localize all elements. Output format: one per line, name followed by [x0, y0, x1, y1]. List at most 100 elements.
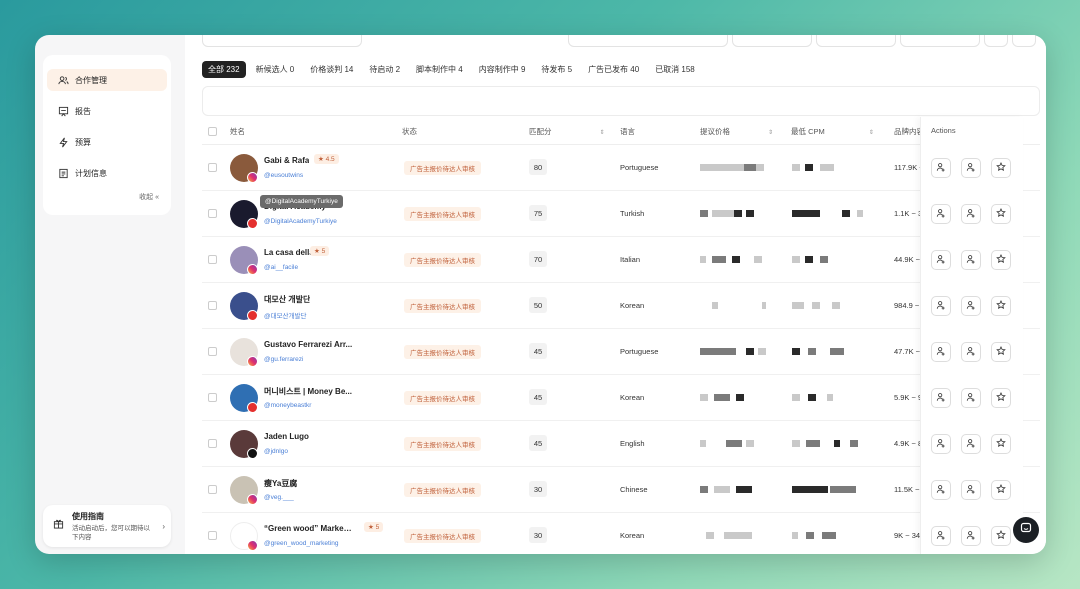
- tab-price-negotiation[interactable]: 价格谈判 14: [304, 61, 359, 78]
- favorite-button[interactable]: [991, 434, 1011, 454]
- table-row[interactable]: Gabi & Rafa @eusoutwins ★ 4.5 广告主报价待达人审核 80 P…: [202, 145, 1040, 191]
- top-filter-2[interactable]: [568, 35, 728, 47]
- redacted-value: [700, 486, 708, 493]
- handle-tooltip: @DigitalAcademyTurkiye: [260, 195, 343, 208]
- table-row[interactable]: Jaden Lugo @jdnlgo 广告主报价待达人审核 45 English 4.9K…: [202, 421, 1040, 467]
- tab-pending-start[interactable]: 待启动 2: [363, 61, 406, 78]
- row-checkbox[interactable]: [208, 439, 217, 448]
- creator-name[interactable]: 머니비스트 | Money Be...: [264, 386, 352, 397]
- favorite-button[interactable]: [991, 296, 1011, 316]
- top-filter-3[interactable]: [732, 35, 812, 47]
- creator-handle[interactable]: @veg.___: [264, 494, 294, 501]
- sidebar-item-budget[interactable]: 预算: [47, 131, 167, 153]
- favorite-button[interactable]: [991, 158, 1011, 178]
- top-filter-4[interactable]: [816, 35, 896, 47]
- creator-handle[interactable]: @DigitalAcademyTurkiye: [264, 218, 337, 225]
- redacted-value: [792, 394, 800, 401]
- creator-name[interactable]: Jaden Lugo: [264, 432, 309, 441]
- table-row[interactable]: 대모산 개발단 @대모산개발단 广告主报价待达人审核 50 Korean 984.9 ~ …: [202, 283, 1040, 329]
- creator-name[interactable]: “Green wood” Marketi...: [264, 524, 354, 533]
- filter-bar[interactable]: [202, 86, 1040, 116]
- assign-button[interactable]: [961, 342, 981, 362]
- status-badge: 广告主报价待达人审核: [404, 161, 481, 175]
- creator-handle[interactable]: @moneybeastkr: [264, 402, 311, 409]
- header-proposed-price[interactable]: 提议价格 ⇕: [700, 126, 773, 137]
- favorite-button[interactable]: [991, 526, 1011, 546]
- language: Korean: [620, 301, 645, 310]
- assign-button[interactable]: [961, 434, 981, 454]
- favorite-button[interactable]: [991, 388, 1011, 408]
- row-checkbox[interactable]: [208, 301, 217, 310]
- creator-name[interactable]: Gustavo Ferrarezi Arr...: [264, 340, 352, 349]
- invite-button[interactable]: [931, 526, 951, 546]
- creator-name[interactable]: Gabi & Rafa: [264, 156, 309, 165]
- creator-handle[interactable]: @eusoutwins: [264, 172, 303, 179]
- tab-new-candidates[interactable]: 新候选人 0: [250, 61, 301, 78]
- select-all-checkbox[interactable]: [208, 127, 217, 136]
- creator-handle[interactable]: @ai__facile: [264, 264, 298, 271]
- row-checkbox[interactable]: [208, 255, 217, 264]
- favorite-button[interactable]: [991, 204, 1011, 224]
- row-checkbox[interactable]: [208, 531, 217, 540]
- table-row[interactable]: 瘦Ya豆腐 @veg.___ 广告主报价待达人审核 30 Chinese 11.5K ~ …: [202, 467, 1040, 513]
- sidebar-item-plan-info[interactable]: 计划信息: [47, 162, 167, 184]
- assign-button[interactable]: [961, 526, 981, 546]
- sidebar-item-label: 合作管理: [75, 75, 107, 85]
- creator-handle[interactable]: @대모산개발단: [264, 310, 306, 320]
- status-badge: 广告主报价待达人审核: [404, 391, 481, 405]
- creator-handle[interactable]: @gu.ferrarezi: [264, 356, 303, 363]
- top-button-2[interactable]: [1012, 35, 1036, 47]
- redacted-value: [706, 532, 714, 539]
- table-row[interactable]: “Green wood” Marketi... @green_wood_marke…: [202, 513, 1040, 554]
- sidebar-item-collaboration[interactable]: 合作管理: [47, 69, 167, 91]
- header-score[interactable]: 匹配分 ⇕: [529, 126, 605, 137]
- favorite-button[interactable]: [991, 250, 1011, 270]
- creator-handle[interactable]: @green_wood_marketing: [264, 540, 339, 547]
- creator-name[interactable]: 瘦Ya豆腐: [264, 478, 297, 489]
- sort-icon: ⇕: [868, 130, 874, 136]
- invite-button[interactable]: [931, 434, 951, 454]
- invite-button[interactable]: [931, 388, 951, 408]
- invite-button[interactable]: [931, 342, 951, 362]
- redacted-value: [754, 256, 762, 263]
- assign-button[interactable]: [961, 158, 981, 178]
- table-row[interactable]: La casa della AI @ai__facile ★ 5 广告主报价待达人审核…: [202, 237, 1040, 283]
- guide-card[interactable]: 使用指南 活动启动后，您可以期待以下内容 ›: [43, 505, 171, 547]
- top-filter-5[interactable]: [900, 35, 980, 47]
- assign-button[interactable]: [961, 250, 981, 270]
- row-checkbox[interactable]: [208, 393, 217, 402]
- table-row[interactable]: Gustavo Ferrarezi Arr... @gu.ferrarezi 广告主…: [202, 329, 1040, 375]
- top-filter-1[interactable]: [202, 35, 362, 47]
- invite-button[interactable]: [931, 296, 951, 316]
- tab-cancelled[interactable]: 已取消 158: [649, 61, 701, 78]
- row-checkbox[interactable]: [208, 347, 217, 356]
- assign-button[interactable]: [961, 480, 981, 500]
- invite-button[interactable]: [931, 158, 951, 178]
- top-button-1[interactable]: [984, 35, 1008, 47]
- assign-button[interactable]: [961, 388, 981, 408]
- invite-button[interactable]: [931, 204, 951, 224]
- assign-button[interactable]: [961, 204, 981, 224]
- tab-content-production[interactable]: 内容制作中 9: [473, 61, 532, 78]
- favorite-button[interactable]: [991, 480, 1011, 500]
- tab-pending-publish[interactable]: 待发布 5: [535, 61, 578, 78]
- tab-ad-published[interactable]: 广告已发布 40: [582, 61, 645, 78]
- chat-button[interactable]: [1013, 517, 1039, 543]
- row-checkbox[interactable]: [208, 163, 217, 172]
- tab-script-production[interactable]: 脚本制作中 4: [410, 61, 469, 78]
- tab-all[interactable]: 全部 232: [202, 61, 246, 78]
- assign-button[interactable]: [961, 296, 981, 316]
- collapse-button[interactable]: 收起 «: [139, 192, 159, 202]
- row-checkbox[interactable]: [208, 209, 217, 218]
- redacted-value: [857, 210, 863, 217]
- user-plus-icon: [966, 481, 976, 499]
- invite-button[interactable]: [931, 250, 951, 270]
- header-min-cpm[interactable]: 最低 CPM ⇕: [791, 126, 874, 137]
- table-row[interactable]: 머니비스트 | Money Be... @moneybeastkr 广告主报价待达人…: [202, 375, 1040, 421]
- sidebar-item-report[interactable]: 报告: [47, 100, 167, 122]
- invite-button[interactable]: [931, 480, 951, 500]
- creator-name[interactable]: 대모산 개발단: [264, 294, 310, 305]
- favorite-button[interactable]: [991, 342, 1011, 362]
- creator-handle[interactable]: @jdnlgo: [264, 448, 288, 455]
- row-checkbox[interactable]: [208, 485, 217, 494]
